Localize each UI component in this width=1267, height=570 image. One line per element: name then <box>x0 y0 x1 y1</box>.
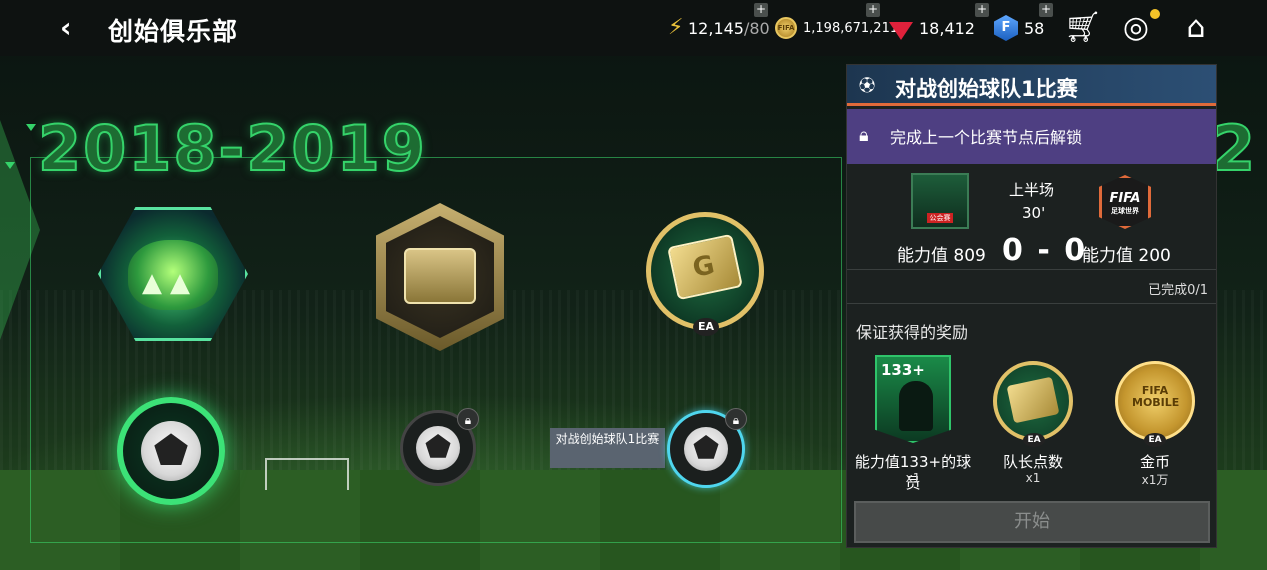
season-title: 2018-2019 <box>37 111 427 186</box>
fifa-world-text: 足球世界 <box>1111 207 1139 215</box>
marker-triangle <box>26 124 36 131</box>
reward-label: 队长点数 <box>1002 453 1063 471</box>
cart-icon[interactable]: 🛒︎ <box>1064 10 1102 46</box>
soccer-ball-icon <box>141 421 201 481</box>
fifa-points-value: 58 <box>1024 18 1045 38</box>
soccer-ball-icon <box>416 426 460 470</box>
rewards-title: 保证获得的奖励 <box>856 323 969 342</box>
reward-qty: x1 <box>1025 471 1041 485</box>
away-team-crest: FIFA 足球世界 <box>1099 175 1151 229</box>
back-button[interactable]: ‹ <box>60 12 88 44</box>
add-energy-button[interactable]: + <box>754 3 768 17</box>
fifa-logo-text: FIFA <box>1109 191 1141 206</box>
gem-icon <box>889 22 913 40</box>
coin-counter[interactable]: FIFA 1,198,671,211 <box>775 14 898 42</box>
next-season-title: 2 <box>1211 111 1256 186</box>
ea-badge: EA <box>1023 433 1045 447</box>
guild-badge: 公会赛 <box>927 213 953 223</box>
energy-max: /80 <box>743 18 770 38</box>
fifa-points-counter[interactable]: F 58 <box>994 14 1044 42</box>
player-silhouette-icon <box>899 381 933 431</box>
gem-value: 18,412 <box>919 18 975 38</box>
reward-qty: x1 <box>905 471 921 485</box>
add-gems-button[interactable]: + <box>975 3 989 17</box>
lock-icon: 🔒︎ <box>725 408 747 430</box>
home-icon[interactable]: ⌂ <box>1178 10 1214 46</box>
start-button[interactable]: 开始 <box>854 501 1210 543</box>
target-icon[interactable]: ◎ <box>1118 10 1154 46</box>
divider <box>847 303 1216 304</box>
ea-badge: EA <box>1144 433 1166 447</box>
away-power: 能力值 200 <box>1082 246 1171 266</box>
match-time: 30' <box>1022 204 1046 222</box>
energy-counter[interactable]: ⚡ 12,145/80 <box>668 14 770 42</box>
panel-title: 对战创始球队1比赛 <box>895 77 1078 101</box>
match-detail-panel: ⚽︎ 对战创始球队1比赛 🔒︎ 完成上一个比赛节点后解锁 公会赛 上半场 30'… <box>846 64 1217 548</box>
player-card-reward[interactable]: 133+ <box>875 355 951 443</box>
fifa-points-icon: F <box>994 15 1018 41</box>
page-title: 创始俱乐部 <box>108 17 239 46</box>
notification-dot <box>1150 9 1160 19</box>
unlock-requirement-bar: 🔒︎ 完成上一个比赛节点后解锁 <box>847 109 1216 164</box>
home-team-crest: 公会赛 <box>911 173 969 229</box>
marker-triangle <box>5 162 15 169</box>
gem-counter[interactable]: 18,412 <box>889 14 975 42</box>
energy-value: 12,145 <box>688 18 744 38</box>
fifa-mobile-logo: FIFA MOBILE <box>1132 384 1180 409</box>
add-coins-button[interactable]: + <box>866 3 880 17</box>
score: 0 - 0 <box>1002 233 1088 268</box>
energy-icon: ⚡ <box>668 15 684 40</box>
add-fifa-points-button[interactable]: + <box>1039 3 1053 17</box>
lock-icon: 🔒︎ <box>457 408 479 430</box>
unlock-text: 完成上一个比赛节点后解锁 <box>890 128 1083 147</box>
coin-icon: FIFA <box>775 17 797 39</box>
ea-badge: EA <box>693 318 719 336</box>
home-power: 能力值 809 <box>897 246 986 266</box>
match-tooltip: 对战创始球队1比赛 <box>550 428 665 468</box>
coin-value: 1,198,671,211 <box>803 20 899 36</box>
completion-progress: 已完成0/1 <box>1148 283 1208 298</box>
pumpkin-face-icon: ▲▲ <box>142 268 198 298</box>
soccer-ball-icon <box>684 427 728 471</box>
lock-icon: 🔒︎ <box>859 125 869 146</box>
reward-qty: x1万 <box>1141 473 1169 487</box>
treasure-chest-icon <box>404 248 476 304</box>
divider <box>847 269 1216 270</box>
top-bar: ‹ 创始俱乐部 ⚡ 12,145/80 + FIFA 1,198,671,211… <box>0 0 1267 56</box>
reward-label: 金币 <box>1139 453 1170 471</box>
panel-header: ⚽︎ 对战创始球队1比赛 <box>847 65 1216 106</box>
match-half-label: 上半场 <box>1009 181 1055 199</box>
soccer-ball-icon: ⚽︎ <box>859 76 876 95</box>
rating-badge: 133+ <box>881 361 925 379</box>
